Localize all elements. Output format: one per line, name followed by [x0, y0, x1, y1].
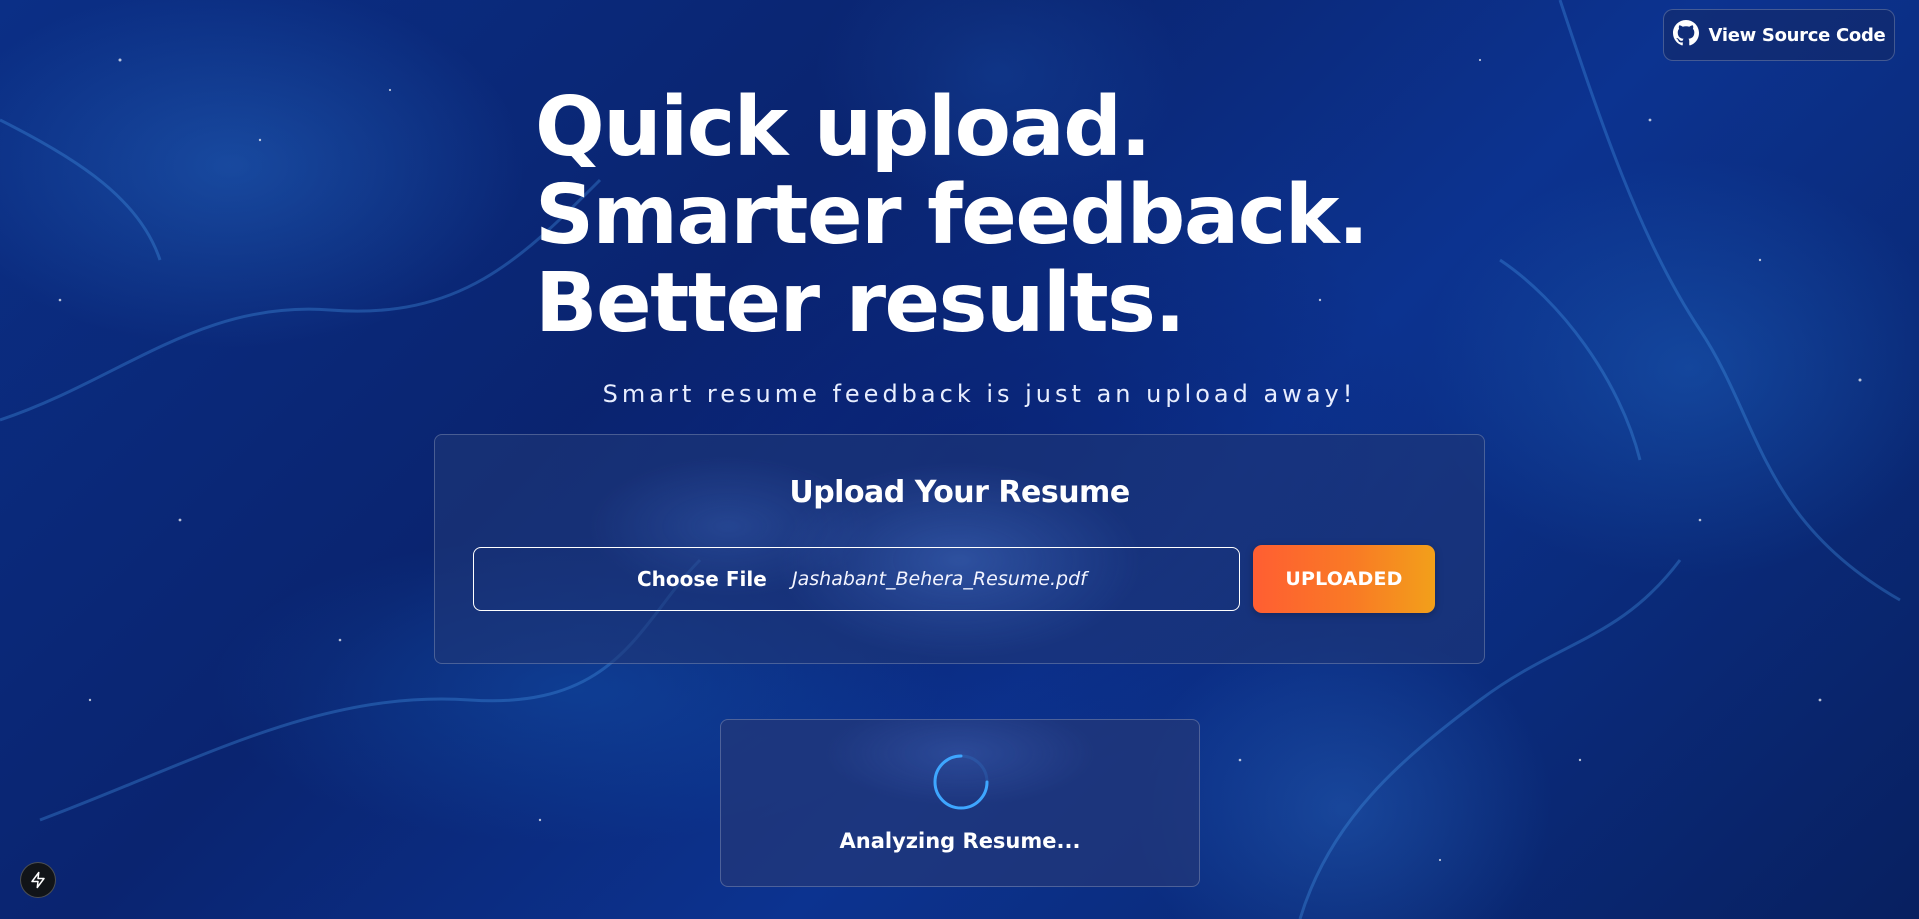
upload-card: Upload Your Resume Choose File Jashabant… [434, 434, 1485, 664]
tagline: Smart resume feedback is just an upload … [602, 380, 1357, 408]
github-icon [1672, 19, 1699, 51]
upload-submit-button[interactable]: UPLOADED [1253, 545, 1435, 613]
upload-title: Upload Your Resume [789, 475, 1130, 510]
loading-spinner-icon [933, 754, 989, 810]
choose-file-button[interactable]: Choose File [637, 567, 767, 591]
file-input[interactable]: Choose File Jashabant_Behera_Resume.pdf [473, 547, 1240, 611]
hero-line-2: Smarter feedback. [535, 168, 1369, 263]
dev-tools-button[interactable] [20, 862, 56, 898]
view-source-code-label: View Source Code [1708, 24, 1886, 46]
lightning-bolt-icon [31, 871, 45, 889]
analysis-status-card: Analyzing Resume... [720, 719, 1200, 887]
view-source-code-button[interactable]: View Source Code [1663, 9, 1895, 61]
selected-file-name: Jashabant_Behera_Resume.pdf [792, 568, 1087, 590]
analysis-status-text: Analyzing Resume... [839, 829, 1081, 853]
hero-line-1: Quick upload. [535, 80, 1152, 175]
hero-heading: Quick upload. Smarter feedback. Better r… [535, 80, 1369, 351]
hero-line-3: Better results. [535, 256, 1186, 351]
